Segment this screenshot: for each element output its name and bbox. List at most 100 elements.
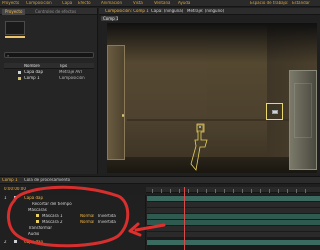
mask-track[interactable] bbox=[147, 220, 320, 225]
layer-list: 1 Capa dap Recortar del tiempo Máscaras … bbox=[0, 195, 146, 250]
ruler-tick bbox=[215, 189, 216, 193]
layer-row[interactable]: 2 Capa dap bbox=[0, 240, 146, 245]
tab-proyecto[interactable]: Proyecto bbox=[2, 9, 26, 15]
track-empty bbox=[147, 208, 320, 213]
mask-track[interactable] bbox=[147, 214, 320, 219]
track-empty bbox=[147, 202, 320, 207]
project-thumbnail-color-bar bbox=[5, 36, 25, 38]
layer-row[interactable]: 1 Capa dap bbox=[0, 196, 146, 201]
timeline-tracks[interactable] bbox=[147, 195, 320, 250]
menu-vista[interactable]: Vista bbox=[133, 1, 143, 5]
menu-capa[interactable]: Capa bbox=[62, 1, 72, 5]
scene-top-shadow bbox=[107, 23, 317, 63]
mask-color-swatch bbox=[36, 214, 39, 217]
door-knob bbox=[122, 114, 124, 117]
layer-bar[interactable] bbox=[147, 196, 320, 201]
inverted-label: Invertida bbox=[98, 214, 116, 218]
door-panel bbox=[294, 83, 312, 138]
layer-property-name: Audio bbox=[28, 232, 40, 236]
file-color-swatch bbox=[18, 71, 21, 74]
menu-ventana[interactable]: Ventana bbox=[154, 1, 170, 5]
tab-composition-comp-1[interactable]: Composición: Comp 1 bbox=[105, 9, 149, 13]
menu-proyecto[interactable]: Proyecto bbox=[2, 1, 19, 5]
search-icon: ⌕ bbox=[7, 53, 10, 58]
timeline-time[interactable]: 0:00:00:00 bbox=[4, 187, 26, 191]
project-item-type: Metraje AVI bbox=[59, 70, 82, 74]
layer-property-row[interactable]: Recortar del tiempo bbox=[0, 202, 146, 207]
menu-composicion[interactable]: Composición bbox=[26, 1, 52, 5]
layer-name: Capa dap bbox=[24, 240, 44, 244]
mask-mode[interactable]: Normal bbox=[80, 220, 94, 224]
ruler-tick bbox=[251, 189, 252, 193]
menu-animacion[interactable]: Animación bbox=[101, 1, 122, 5]
ruler-tick bbox=[152, 189, 153, 193]
ruler-tick bbox=[161, 189, 162, 193]
project-item-name: Capa dap bbox=[24, 70, 44, 74]
ruler-tick bbox=[269, 189, 270, 193]
inverted-label: Invertida bbox=[98, 220, 116, 224]
composition-canvas[interactable] bbox=[107, 23, 317, 173]
mask-mode[interactable]: Normal bbox=[80, 214, 94, 218]
ruler-tick bbox=[278, 189, 279, 193]
timeline-ruler[interactable] bbox=[146, 187, 320, 193]
layer-property-row[interactable]: Máscaras bbox=[0, 208, 146, 213]
mask-name: Máscara 2 bbox=[42, 220, 63, 224]
ruler-tick bbox=[188, 189, 189, 193]
ruler-tick bbox=[170, 189, 171, 193]
layer-color-swatch bbox=[14, 196, 17, 199]
project-table-header: Nombre Tipo bbox=[4, 63, 94, 69]
scene-floor bbox=[107, 157, 317, 173]
ruler-tick bbox=[242, 189, 243, 193]
tab-controles-efectos[interactable]: Controles de efectos bbox=[32, 9, 79, 15]
ruler-tick bbox=[260, 189, 261, 193]
ruler-tick bbox=[179, 189, 180, 193]
ruler-tick bbox=[206, 189, 207, 193]
mask-color-swatch bbox=[36, 220, 39, 223]
viewer-tabs: Composición: Comp 1 Capa: (ninguna) Metr… bbox=[99, 8, 320, 15]
ruler-tick bbox=[197, 189, 198, 193]
layer-property-row[interactable]: Audio bbox=[0, 232, 146, 237]
menubar: Proyecto Composición Capa Efecto Animaci… bbox=[0, 0, 320, 7]
menu-ayuda[interactable]: Ayuda bbox=[178, 1, 190, 5]
column-header-type[interactable]: Tipo bbox=[59, 64, 67, 68]
track-empty bbox=[147, 232, 320, 237]
mask-shape[interactable] bbox=[189, 122, 211, 172]
project-item-name: Comp 1 bbox=[24, 76, 40, 80]
layer-color-swatch bbox=[14, 240, 17, 243]
layer-property-name: Máscaras bbox=[28, 208, 47, 212]
layer-name: Capa dap bbox=[24, 196, 44, 200]
ruler-tick bbox=[305, 189, 306, 193]
mask-bounding-box[interactable] bbox=[266, 103, 283, 120]
mask-name: Máscara 1 bbox=[42, 214, 63, 218]
search-input[interactable]: ⌕ bbox=[4, 52, 94, 58]
workspace-label: Espacio de trabajo: bbox=[250, 1, 289, 5]
ruler-tick bbox=[224, 189, 225, 193]
layer-property-row[interactable]: Transformar bbox=[0, 226, 146, 231]
layer-number: 2 bbox=[4, 240, 7, 244]
tab-render-queue[interactable]: Cola de procesamiento bbox=[24, 178, 70, 182]
project-item-type: Composición bbox=[59, 76, 85, 80]
mask-row[interactable]: Máscara 2 Normal Invertida bbox=[0, 220, 146, 225]
layer-number: 1 bbox=[4, 196, 7, 200]
mask-path-svg bbox=[190, 123, 208, 171]
track-empty bbox=[147, 226, 320, 231]
project-row-comp-1[interactable]: Comp 1 Composición bbox=[4, 76, 94, 81]
comp-color-swatch bbox=[18, 77, 21, 80]
tab-layer[interactable]: Capa: (ninguna) bbox=[151, 9, 183, 13]
scene-door-right bbox=[289, 70, 317, 170]
column-header-name[interactable]: Nombre bbox=[24, 64, 40, 68]
ruler-tick bbox=[287, 189, 288, 193]
tab-footage[interactable]: Metraje: (ninguno) bbox=[187, 9, 224, 13]
project-row-capa-dap[interactable]: Capa dap Metraje AVI bbox=[4, 70, 94, 75]
project-panel: Proyecto Controles de efectos ⌕ Nombre T… bbox=[0, 8, 98, 182]
layer-bar[interactable] bbox=[147, 240, 320, 245]
current-time-indicator[interactable] bbox=[184, 187, 185, 250]
ruler-tick bbox=[233, 189, 234, 193]
workspace-value[interactable]: Estándar bbox=[292, 1, 310, 5]
menu-efecto[interactable]: Efecto bbox=[78, 1, 91, 5]
tab-timeline-comp-1[interactable]: Comp 1 bbox=[2, 178, 18, 182]
project-thumbnail bbox=[5, 21, 25, 35]
ruler-tick bbox=[296, 189, 297, 193]
comp-chip[interactable]: Comp 1 bbox=[101, 16, 118, 21]
mask-row[interactable]: Máscara 1 Normal Invertida bbox=[0, 214, 146, 219]
